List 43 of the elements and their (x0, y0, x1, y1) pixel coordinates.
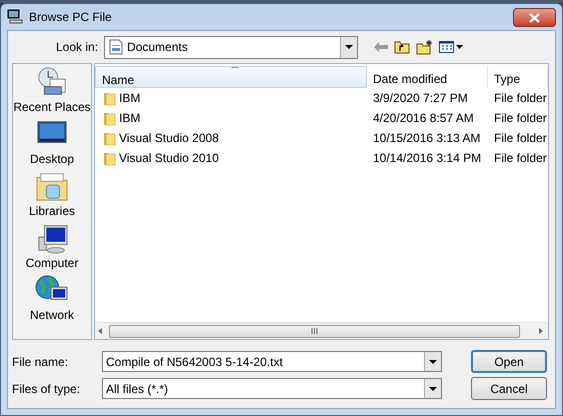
sidebar-item[interactable]: Recent Places (13, 66, 91, 118)
file-name-label: File name: (12, 354, 70, 370)
file-type-dropdown[interactable]: All files (*.*) (102, 378, 442, 399)
sidebar-item[interactable]: Network (30, 274, 74, 326)
look-in-label: Look in: (56, 39, 98, 56)
date-cell-text: 3/9/2020 7:27 PM (372, 90, 469, 107)
date-cell-text: 10/15/2016 3:13 AM (372, 130, 482, 147)
folder-icon (103, 130, 116, 146)
file-name-field[interactable]: Compile of N5642003 5-14-20.txt (102, 351, 442, 372)
close-icon (529, 12, 540, 23)
dropdown-arrow-icon[interactable] (345, 45, 354, 49)
cancel-button[interactable]: Cancel (471, 377, 547, 400)
dropdown-arrow-icon[interactable] (429, 360, 437, 364)
sidebar-item[interactable]: Computer (26, 222, 78, 274)
sidebar-item[interactable]: Desktop (30, 118, 74, 170)
column-header[interactable]: Name (95, 66, 367, 88)
date-cell-text: 10/14/2016 3:14 PM (372, 150, 482, 167)
look-in-dropdown[interactable]: Documents (104, 36, 358, 58)
scrollbar-thumb[interactable] (109, 324, 520, 338)
open-button[interactable]: Open (471, 350, 547, 373)
horizontal-scrollbar[interactable] (95, 322, 548, 339)
file-name-cell[interactable]: IBM (119, 89, 140, 107)
folder-icon (103, 110, 116, 126)
type-cell-text: File folder (493, 130, 548, 147)
dropdown-arrow-icon[interactable] (429, 386, 437, 390)
up-folder-icon[interactable] (394, 40, 410, 54)
file-name-cell[interactable]: Visual Studio 2008 (119, 129, 219, 147)
type-cell-text: File folder (493, 150, 548, 167)
file-type-label: Files of type: (12, 380, 82, 398)
type-cell-text: File folder (493, 110, 548, 127)
window-title: Browse PC File (29, 9, 112, 26)
new-folder-icon[interactable] (416, 40, 434, 54)
file-name-cell[interactable]: Visual Studio 2010 (119, 149, 219, 167)
date-cell-text: 4/20/2016 8:57 AM (372, 110, 475, 127)
close-button[interactable] (513, 8, 556, 26)
computer-icon (7, 9, 23, 25)
type-cell-text: File folder (493, 90, 548, 107)
folder-icon (103, 150, 116, 166)
file-name-cell[interactable]: IBM (119, 109, 140, 127)
document-icon (109, 39, 124, 55)
folder-icon (103, 90, 116, 106)
sidebar-item[interactable]: Libraries (28, 170, 76, 222)
view-menu-icon[interactable] (439, 41, 464, 53)
